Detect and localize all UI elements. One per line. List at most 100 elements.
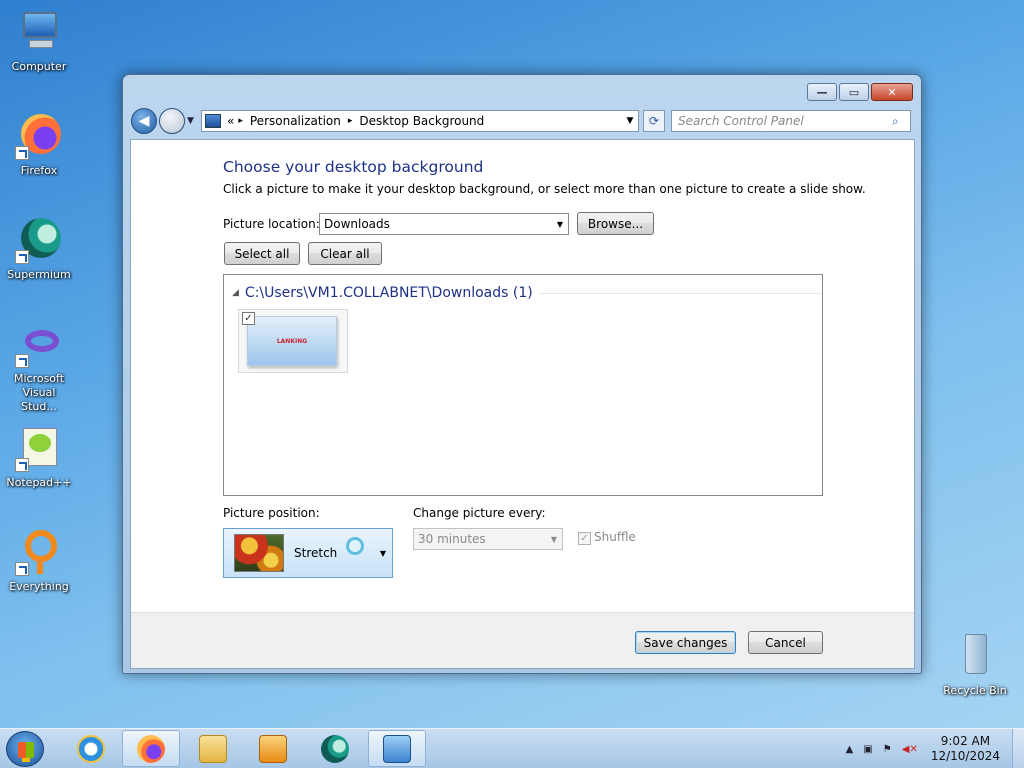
desktop-background-window: — ▭ ✕ ◀ ▼ « ▸ Personalization ▸ Desktop … <box>122 74 922 674</box>
divider <box>538 292 822 294</box>
breadcrumb-personalization[interactable]: Personalization <box>250 114 341 128</box>
network-icon[interactable]: ▣ <box>863 744 872 755</box>
desktop-icon-label: Computer <box>11 60 67 73</box>
desktop-icon-recycle-bin[interactable]: Recycle Bin <box>940 632 1010 698</box>
taskbar: ▲ ▣ ⚑ ◀✕ 9:02 AM 12/10/2024 <box>0 728 1024 768</box>
desktop-icon-firefox[interactable]: Firefox <box>4 112 74 178</box>
taskbar-firefox[interactable] <box>122 730 180 767</box>
browse-button[interactable]: Browse... <box>577 212 654 235</box>
clock[interactable]: 9:02 AM 12/10/2024 <box>931 734 1000 764</box>
save-changes-button[interactable]: Save changes <box>635 631 736 654</box>
control-panel-icon <box>205 114 221 128</box>
desktop-icon-label: Microsoft Visual Stud... <box>13 372 65 413</box>
address-bar[interactable]: « ▸ Personalization ▸ Desktop Background… <box>201 110 639 132</box>
taskbar-supermium[interactable] <box>306 730 364 767</box>
picture-gallery[interactable]: ◢ C:\Users\VM1.COLLABNET\Downloads (1) L… <box>223 274 823 496</box>
shuffle-label: Shuffle <box>594 530 636 544</box>
internet-explorer-icon <box>77 734 105 763</box>
shortcut-arrow-icon <box>15 250 29 264</box>
shortcut-arrow-icon <box>15 354 29 368</box>
visual-studio-icon <box>15 320 63 368</box>
folder-group-header[interactable]: ◢ C:\Users\VM1.COLLABNET\Downloads (1) <box>232 285 822 301</box>
desktop-icon-everything[interactable]: Everything <box>4 528 74 594</box>
chevron-down-icon: ▼ <box>550 534 558 544</box>
busy-cursor-icon <box>346 537 364 555</box>
control-panel-icon <box>383 734 411 763</box>
picture-position-value: Stretch <box>294 546 338 560</box>
clear-all-button[interactable]: Clear all <box>308 242 382 265</box>
breadcrumb-separator[interactable]: ▸ <box>238 116 243 126</box>
notepadpp-icon <box>15 424 63 472</box>
picture-position-label: Picture position: <box>223 506 320 520</box>
search-placeholder: Search Control Panel <box>678 114 804 128</box>
shuffle-checkbox: ✓ <box>578 532 591 545</box>
breadcrumb-desktop-background[interactable]: Desktop Background <box>359 114 484 128</box>
picture-location-label: Picture location: <box>223 217 320 231</box>
wallpaper-preview: LANKING <box>247 316 337 366</box>
desktop-icon-supermium[interactable]: Supermium <box>4 216 74 282</box>
volume-muted-icon[interactable]: ◀✕ <box>902 744 918 755</box>
picture-position-select[interactable]: Stretch ▼ <box>223 528 393 578</box>
recent-pages-dropdown[interactable]: ▼ <box>187 116 199 126</box>
desktop-icon-computer[interactable]: Computer <box>4 8 74 74</box>
chevron-down-icon: ▼ <box>379 548 386 558</box>
desktop-icon-visual-studio[interactable]: Microsoft Visual Stud... <box>4 320 74 414</box>
file-explorer-icon <box>199 734 227 763</box>
maximize-button[interactable]: ▭ <box>839 83 869 101</box>
desktop-icon-notepadpp[interactable]: Notepad++ <box>4 424 74 490</box>
desktop-icon-label: Firefox <box>20 164 58 177</box>
show-hidden-icons-button[interactable]: ▲ <box>846 744 854 755</box>
shortcut-arrow-icon <box>15 458 29 472</box>
shortcut-arrow-icon <box>15 562 29 576</box>
back-button[interactable]: ◀ <box>131 108 157 134</box>
address-dropdown-icon[interactable]: ▼ <box>622 116 638 126</box>
desktop-icon-label: Everything <box>9 580 69 593</box>
breadcrumb-overflow[interactable]: « <box>227 114 234 128</box>
close-button[interactable]: ✕ <box>871 83 913 101</box>
forward-button[interactable] <box>159 108 185 134</box>
change-every-select: 30 minutes ▼ <box>413 528 563 550</box>
firefox-icon <box>15 112 63 160</box>
taskbar-internet-explorer[interactable] <box>62 730 120 767</box>
recycle-bin-icon <box>951 632 999 680</box>
change-every-label: Change picture every: <box>413 506 546 520</box>
chevron-down-icon: ▼ <box>556 219 564 229</box>
action-center-flag-icon[interactable]: ⚑ <box>883 744 892 755</box>
taskbar-control-panel[interactable] <box>368 730 426 767</box>
supermium-icon <box>15 216 63 264</box>
desktop-icon-label: Recycle Bin <box>943 684 1007 697</box>
desktop-icon-label: Supermium <box>7 268 71 281</box>
select-all-button[interactable]: Select all <box>224 242 300 265</box>
taskbar-file-explorer[interactable] <box>184 730 242 767</box>
navigation-bar: ◀ ▼ « ▸ Personalization ▸ Desktop Backgr… <box>131 107 913 135</box>
thumbnail-checkbox[interactable]: ✓ <box>242 312 255 325</box>
firefox-icon <box>137 734 165 763</box>
minimize-button[interactable]: — <box>807 83 837 101</box>
search-icon[interactable]: ⌕ <box>892 114 910 129</box>
breadcrumb-separator[interactable]: ▸ <box>348 116 353 126</box>
clock-date: 12/10/2024 <box>930 749 1000 763</box>
picture-thumbnail[interactable]: LANKING ✓ <box>238 309 348 373</box>
folder-group-title: C:\Users\VM1.COLLABNET\Downloads (1) <box>244 285 533 301</box>
shortcut-arrow-icon <box>15 146 29 160</box>
taskbar-media-player[interactable] <box>244 730 302 767</box>
picture-location-value: Downloads <box>324 217 390 231</box>
media-player-icon <box>259 734 287 763</box>
page-description: Click a picture to make it your desktop … <box>223 182 866 196</box>
position-preview-image <box>234 534 284 572</box>
start-button[interactable] <box>6 731 44 767</box>
computer-icon <box>15 8 63 56</box>
show-desktop-button[interactable] <box>1012 729 1024 768</box>
search-input[interactable]: Search Control Panel ⌕ <box>671 110 911 132</box>
refresh-icon[interactable]: ⟳ <box>643 110 665 132</box>
system-tray: ▲ ▣ ⚑ ◀✕ 9:02 AM 12/10/2024 <box>841 729 1024 768</box>
picture-location-select[interactable]: Downloads ▼ <box>319 213 569 235</box>
clock-time: 9:02 AM <box>940 734 991 748</box>
desktop-icon-label: Notepad++ <box>6 476 72 489</box>
cancel-button[interactable]: Cancel <box>748 631 823 654</box>
supermium-icon <box>321 734 349 763</box>
content-pane: Choose your desktop background Click a p… <box>130 139 915 669</box>
page-title: Choose your desktop background <box>223 158 484 176</box>
window-controls: — ▭ ✕ <box>807 83 913 101</box>
collapse-icon[interactable]: ◢ <box>232 288 239 298</box>
